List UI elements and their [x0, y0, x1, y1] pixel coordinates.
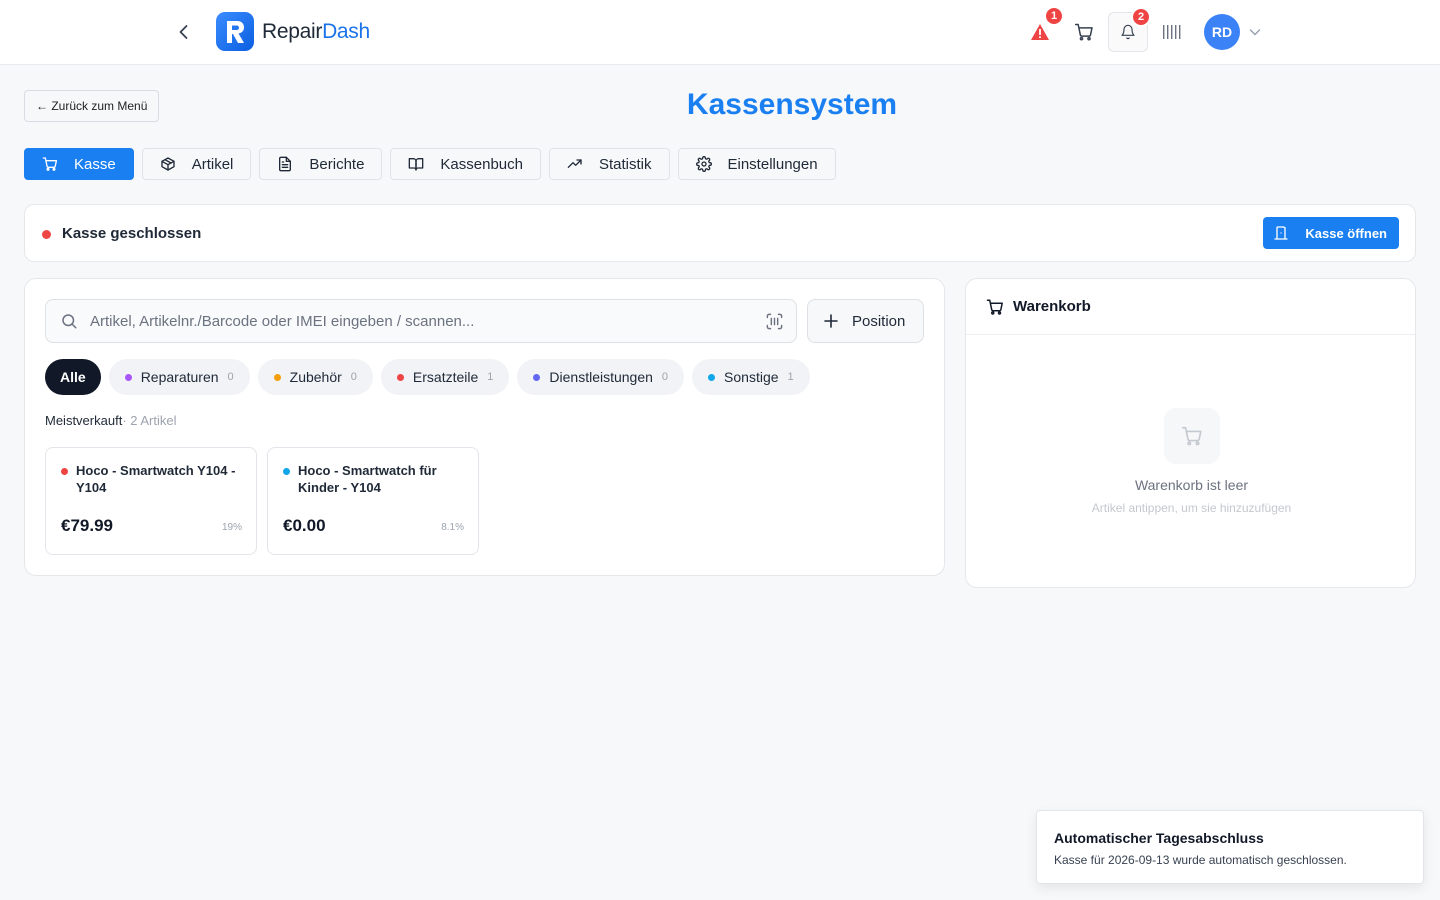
search-icon	[62, 314, 77, 329]
app-logo[interactable]: RepairDash	[216, 12, 370, 51]
open-register-button[interactable]: Kasse öffnen	[1263, 217, 1399, 249]
tab-berichte[interactable]: Berichte	[259, 148, 383, 180]
category-dot	[396, 373, 404, 381]
logo-text: RepairDash	[262, 19, 370, 43]
category-dot	[533, 373, 541, 381]
chevron-down-icon[interactable]	[1248, 25, 1262, 39]
empty-cart-icon-box	[1164, 408, 1220, 464]
status-indicator	[42, 230, 51, 239]
page-title: Kassensystem	[686, 88, 898, 121]
search-input[interactable]	[90, 312, 750, 330]
cart-icon	[1074, 23, 1093, 41]
category-chip-sonstige[interactable]: Sonstige 1	[692, 359, 810, 395]
category-chip-reparaturen[interactable]: Reparaturen 0	[108, 359, 250, 395]
gear-icon	[695, 156, 712, 172]
product-card[interactable]: Hoco - Smartwatch für Kinder - Y104 €0.0…	[267, 447, 479, 555]
toast-message: Kasse für 2026-09-13 wurde automatisch g…	[1054, 853, 1347, 867]
tab-artikel[interactable]: Artikel	[141, 148, 252, 180]
product-price: €79.99	[61, 516, 113, 535]
cart-icon	[42, 157, 58, 171]
best-sellers-label: Meistverkauft· 2 Artikel	[45, 413, 177, 428]
category-dot	[124, 373, 132, 381]
category-chip-alle[interactable]: Alle	[45, 359, 101, 395]
category-chip-ersatzteile[interactable]: Ersatzteile 1	[380, 359, 510, 395]
product-name: Hoco - Smartwatch für Kinder - Y104	[298, 463, 437, 495]
product-panel: Position Alle Reparaturen0 Zubehör0 Ersa…	[24, 278, 945, 576]
tab-statistik[interactable]: Statistik	[548, 148, 670, 180]
tab-kasse[interactable]: Kasse	[24, 148, 134, 180]
category-dot	[273, 373, 281, 381]
category-chip-zubehoer[interactable]: Zubehör 0	[257, 359, 373, 395]
status-text: Kasse geschlossen	[62, 225, 202, 242]
register-status-card: Kasse geschlossen Kasse öffnen	[24, 204, 1416, 262]
toast-notification[interactable]: Automatischer Tagesabschluss Kasse für 2…	[1036, 810, 1424, 884]
cart-title: Warenkorb	[1013, 298, 1091, 315]
notifications-button[interactable]: 2	[1108, 7, 1151, 52]
tab-einstellungen[interactable]: Einstellungen	[677, 148, 836, 180]
product-card[interactable]: Hoco - Smartwatch Y104 - Y104 €79.99 19%	[45, 447, 257, 555]
cart-button[interactable]	[1064, 12, 1104, 52]
door-icon	[1274, 226, 1289, 240]
tab-kassenbuch[interactable]: Kassenbuch	[390, 148, 541, 180]
bell-icon	[1121, 24, 1135, 40]
product-name: Hoco - Smartwatch Y104 - Y104	[76, 463, 236, 495]
toast-title: Automatischer Tagesabschluss	[1054, 830, 1264, 846]
product-price: €0.00	[283, 516, 326, 535]
product-tax-rate: 8.1%	[441, 522, 464, 533]
category-chip-dienstleistungen[interactable]: Dienstleistungen 0	[517, 359, 685, 395]
cart-panel: Warenkorb Warenkorb ist leer Artikel ant…	[965, 278, 1416, 588]
barcode-button[interactable]	[1152, 12, 1192, 52]
search-field[interactable]	[45, 299, 797, 343]
category-dot	[283, 468, 290, 475]
category-dot	[708, 373, 716, 381]
book-icon	[409, 158, 424, 171]
scan-icon[interactable]	[765, 312, 784, 331]
empty-cart-title: Warenkorb ist leer	[1134, 477, 1249, 493]
category-dot	[61, 468, 68, 475]
cart-header: Warenkorb	[966, 279, 1415, 335]
avatar[interactable]: RD	[1204, 14, 1240, 50]
empty-cart-hint: Artikel antippen, um sie hinzuzufügen	[1091, 501, 1292, 515]
plus-icon	[824, 314, 838, 328]
category-filter: Alle Reparaturen 0 Zubehör 0 Ersatzteile 1 …	[45, 359, 818, 395]
chevron-left-icon[interactable]	[174, 22, 194, 42]
alert-badge: 1	[1044, 6, 1064, 26]
add-position-button[interactable]: Position	[807, 299, 924, 343]
notification-badge: 2	[1131, 7, 1151, 27]
top-bar: RepairDash 1 2 RD	[0, 0, 1440, 65]
cart-icon	[986, 299, 1003, 315]
warning-icon	[1031, 24, 1049, 40]
tab-bar: Kasse Artikel Berichte Kassenbuch Statis…	[24, 148, 844, 180]
product-tax-rate: 19%	[221, 522, 242, 533]
alert-button[interactable]: 1	[1020, 6, 1064, 52]
logo-r-icon	[216, 12, 254, 51]
document-icon	[279, 156, 292, 172]
barcode-icon	[1163, 25, 1181, 39]
trend-icon	[567, 159, 582, 168]
cart-icon	[1182, 426, 1202, 446]
box-icon	[161, 157, 175, 171]
